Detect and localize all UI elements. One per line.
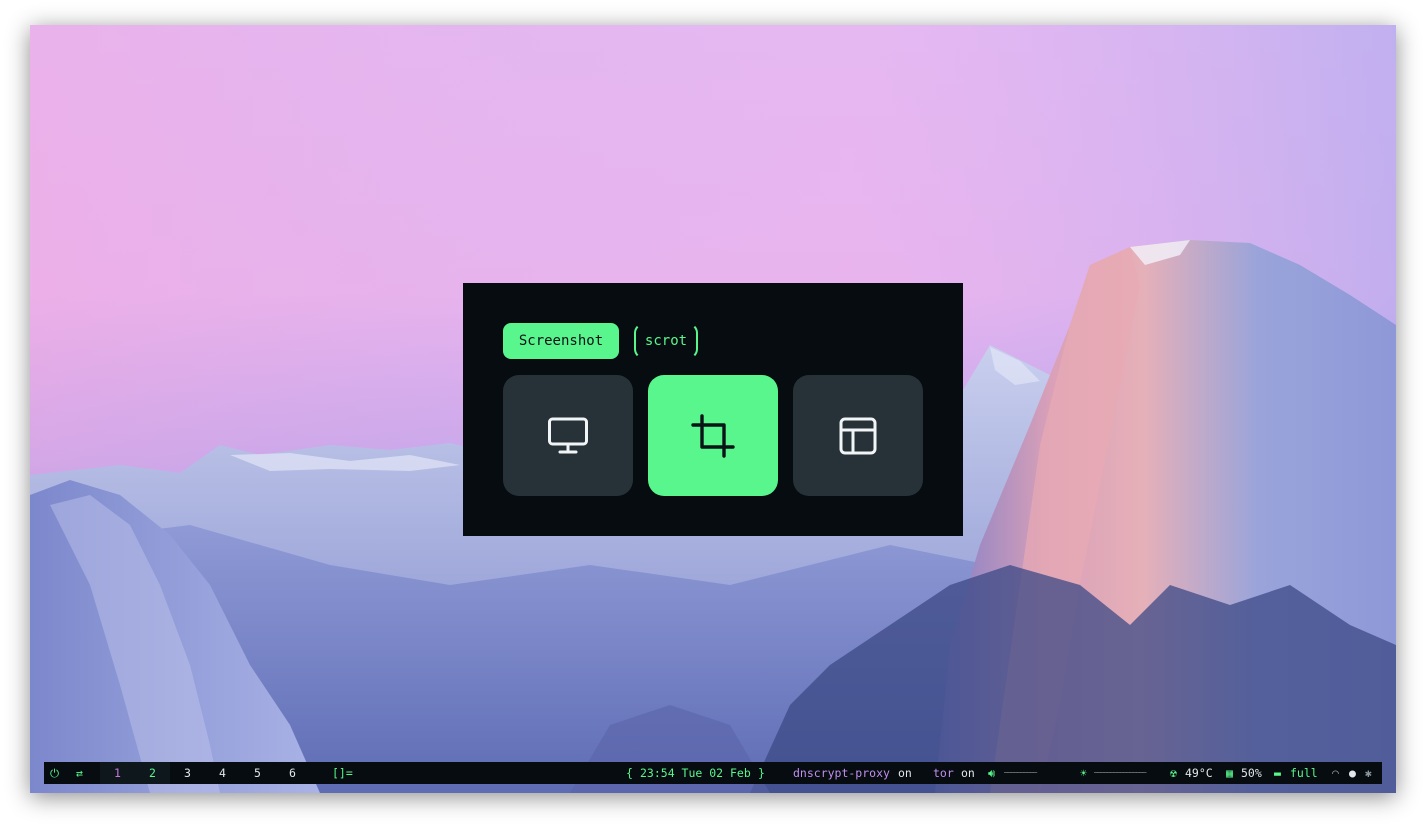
notification-icon[interactable]: ● bbox=[1349, 762, 1356, 784]
workspace-5[interactable]: 5 bbox=[240, 762, 275, 784]
workspace-3[interactable]: 3 bbox=[170, 762, 205, 784]
crop-icon bbox=[691, 413, 735, 458]
window-icon bbox=[839, 417, 877, 454]
cpu-usage: 50% bbox=[1241, 766, 1262, 780]
volume-bar[interactable]: ────────── bbox=[1004, 762, 1037, 784]
battery-icon: ▬ bbox=[1274, 766, 1281, 780]
battery-status: full bbox=[1290, 766, 1318, 780]
clock-left-bracket: { bbox=[626, 766, 633, 780]
desktop-screen: Screenshot scrot ⏻ ⇄ 1 2 3 4 5 6 []= {2… bbox=[30, 25, 1396, 793]
workspace-2[interactable]: 2 bbox=[135, 762, 170, 784]
tor-state: on bbox=[961, 766, 975, 780]
cpu-icon: ▦ bbox=[1226, 766, 1233, 780]
selection-option[interactable] bbox=[648, 375, 778, 496]
menu-command: scrot bbox=[634, 323, 698, 359]
clock-right-bracket: } bbox=[758, 766, 765, 780]
tor-label: tor bbox=[933, 766, 954, 780]
temperature: 49°C bbox=[1185, 766, 1213, 780]
fullscreen-option[interactable] bbox=[503, 375, 633, 496]
menu-title: Screenshot bbox=[503, 323, 619, 359]
volume-icon[interactable]: 🔊︎ bbox=[988, 762, 995, 784]
brightness-bar[interactable]: ──────────────── bbox=[1094, 762, 1146, 784]
monitor-icon bbox=[548, 417, 588, 453]
clock: 23:54 Tue 02 Feb bbox=[640, 766, 751, 780]
layout-indicator[interactable]: []= bbox=[332, 762, 353, 784]
temperature-icon: ☢ bbox=[1170, 766, 1177, 780]
brightness-icon[interactable]: ☀ bbox=[1080, 762, 1087, 784]
workspace-1[interactable]: 1 bbox=[100, 762, 135, 784]
status-bar: ⏻ ⇄ 1 2 3 4 5 6 []= { 23:54 Tue 02 Feb }… bbox=[44, 762, 1382, 784]
screenshot-menu: Screenshot scrot bbox=[463, 283, 963, 536]
dnscrypt-state: on bbox=[898, 766, 912, 780]
wifi-icon[interactable]: ◠ bbox=[1332, 762, 1339, 784]
refresh-icon[interactable]: ⇄ bbox=[76, 762, 83, 784]
workspace-6[interactable]: 6 bbox=[275, 762, 310, 784]
power-icon[interactable]: ⏻ bbox=[50, 762, 59, 784]
window-option[interactable] bbox=[793, 375, 923, 496]
workspace-4[interactable]: 4 bbox=[205, 762, 240, 784]
bluetooth-icon[interactable]: ✱ bbox=[1365, 762, 1372, 784]
dnscrypt-label: dnscrypt-proxy bbox=[793, 766, 890, 780]
